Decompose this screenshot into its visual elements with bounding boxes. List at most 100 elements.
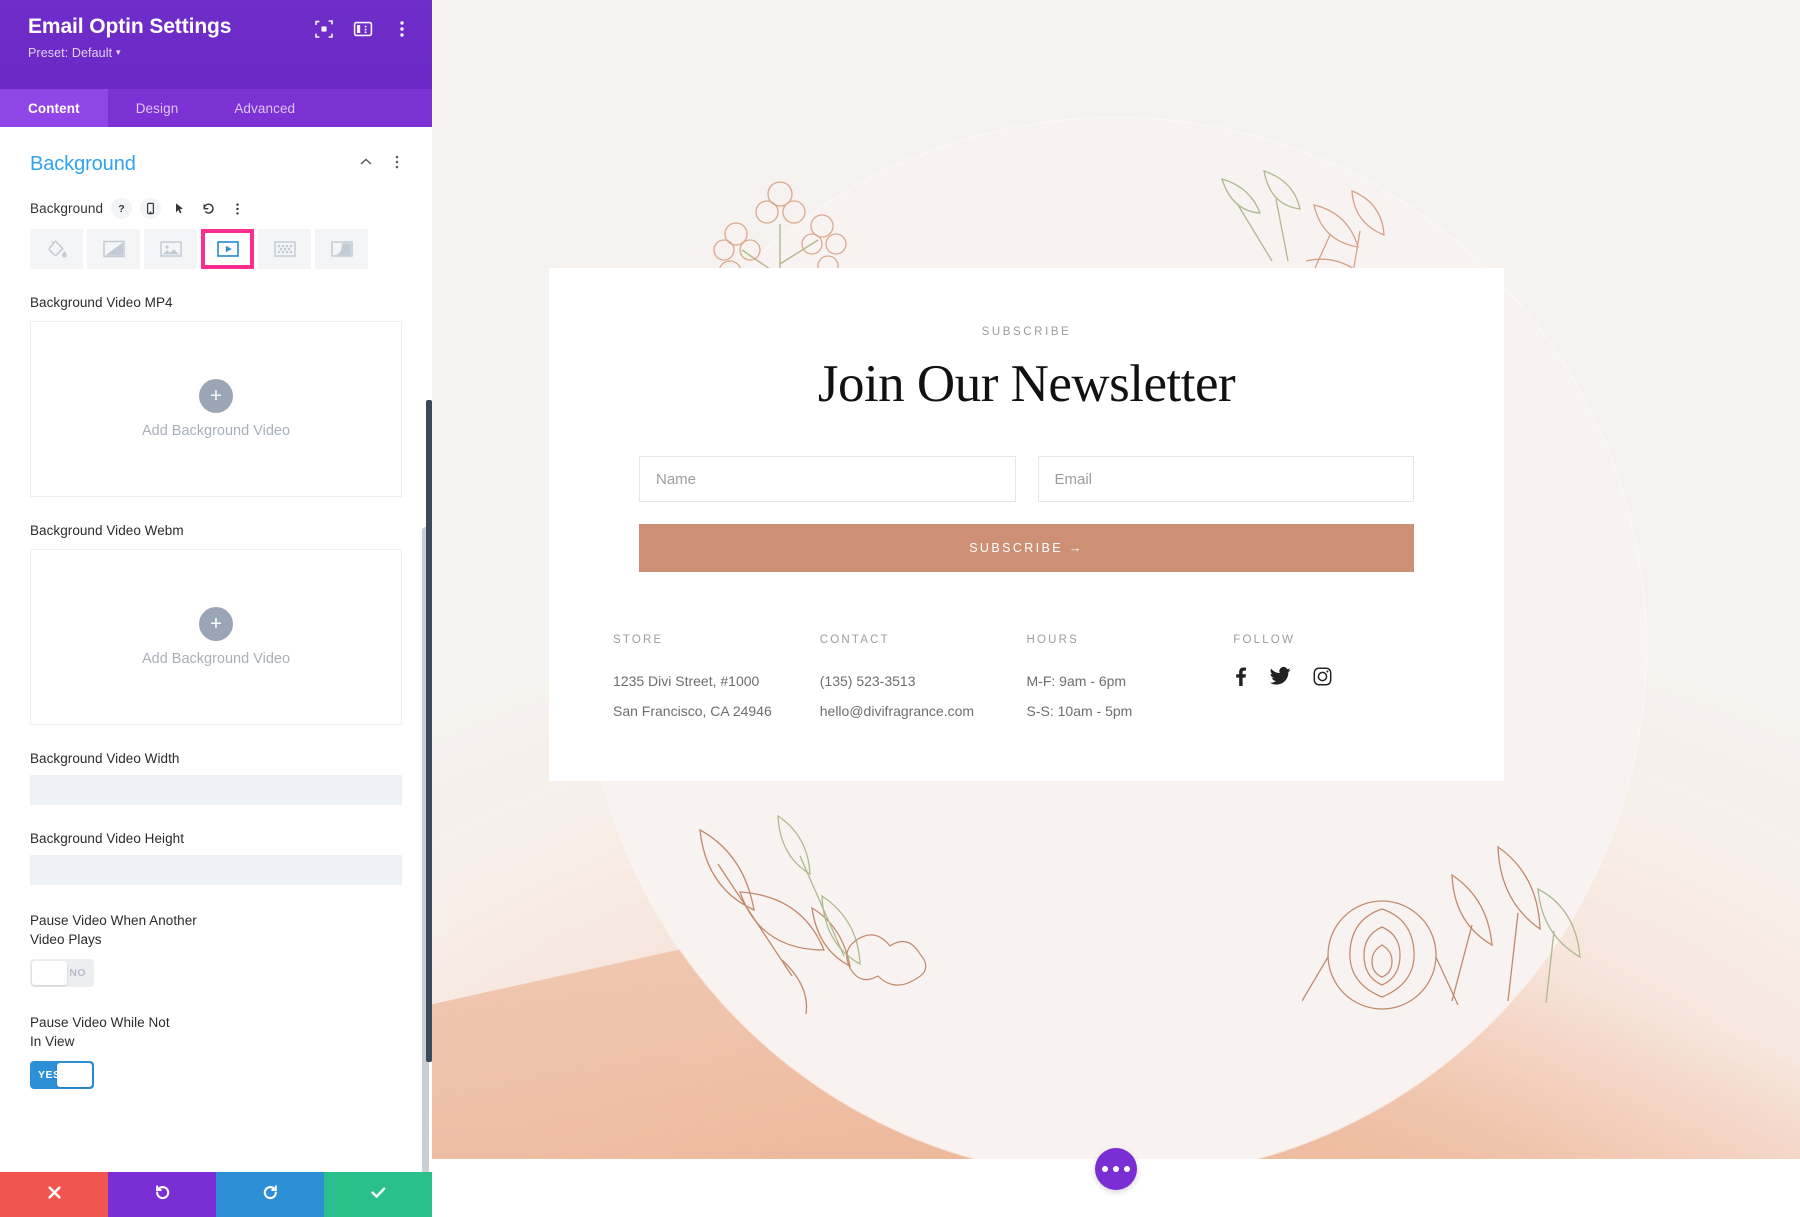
pause-view-toggle[interactable]: YES xyxy=(30,1061,94,1089)
footer-line: San Francisco, CA 24946 xyxy=(613,703,772,719)
field-more-vertical-icon[interactable] xyxy=(227,198,248,219)
footer-column-hours: HOURS M-F: 9am - 6pm S-S: 10am - 5pm xyxy=(1027,634,1234,726)
email-input-placeholder: Email xyxy=(1054,470,1093,488)
section-title: Background xyxy=(30,153,136,175)
preset-selector[interactable]: Preset: Default ▼ xyxy=(28,46,412,60)
tab-advanced-label: Advanced xyxy=(234,100,296,116)
facebook-icon[interactable] xyxy=(1233,666,1248,686)
page-title: Email Optin Settings xyxy=(28,15,232,38)
mp4-upload-dropzone[interactable]: + Add Background Video xyxy=(30,321,402,497)
background-section-header: Background xyxy=(0,127,432,176)
pause-other-label: Pause Video When Another Video Plays xyxy=(30,913,197,947)
tab-design-label: Design xyxy=(135,100,179,116)
video-height-input[interactable] xyxy=(30,855,402,885)
focus-icon[interactable] xyxy=(314,19,334,39)
background-mask-tab[interactable] xyxy=(315,229,368,269)
footer-columns: STORE 1235 Divi Street, #1000 San Franci… xyxy=(613,634,1440,726)
footer-heading-hours: HOURS xyxy=(1026,634,1080,646)
social-links xyxy=(1233,666,1440,686)
footer-line: (135) 523-3513 xyxy=(819,673,916,689)
close-icon xyxy=(46,1184,63,1206)
discard-button[interactable] xyxy=(0,1172,108,1217)
undo-icon xyxy=(153,1183,172,1207)
panel-layout-icon[interactable] xyxy=(353,19,373,39)
toggle-knob xyxy=(32,961,67,985)
background-field-label-row: Background ? xyxy=(0,176,432,219)
plus-icon: + xyxy=(199,607,233,641)
instagram-icon[interactable] xyxy=(1313,667,1332,686)
sidebar-header: Email Optin Settings Preset: Default ▼ xyxy=(0,0,432,89)
footer-column-store: STORE 1235 Divi Street, #1000 San Franci… xyxy=(613,634,820,726)
sidebar-resize-handle[interactable] xyxy=(426,400,432,1062)
settings-sidebar: Email Optin Settings Preset: Default ▼ C… xyxy=(0,0,432,1217)
video-width-label: Background Video Width xyxy=(30,751,180,766)
save-button[interactable] xyxy=(324,1172,432,1217)
video-width-input[interactable] xyxy=(30,775,402,805)
background-gradient-tab[interactable] xyxy=(87,229,140,269)
redo-icon xyxy=(261,1183,280,1207)
headline-text: Join Our Newsletter xyxy=(817,355,1236,413)
toggle-knob xyxy=(57,1063,92,1087)
background-video-tab[interactable] xyxy=(201,229,254,269)
footer-column-contact: CONTACT (135) 523-3513 hello@divifragran… xyxy=(820,634,1027,726)
footer-column-follow: FOLLOW xyxy=(1233,634,1440,726)
twitter-icon[interactable] xyxy=(1270,666,1291,686)
tab-content[interactable]: Content xyxy=(0,89,108,127)
name-input[interactable]: Name xyxy=(639,456,1016,502)
background-pattern-tab[interactable] xyxy=(258,229,311,269)
footer-heading-follow: FOLLOW xyxy=(1233,634,1296,646)
svg-text:?: ? xyxy=(118,203,124,215)
more-horizontal-icon xyxy=(1102,1166,1108,1172)
check-icon xyxy=(369,1183,388,1207)
background-field-label: Background xyxy=(30,201,104,216)
reset-icon[interactable] xyxy=(198,198,219,219)
footer-line: S-S: 10am - 5pm xyxy=(1026,703,1133,719)
redo-button[interactable] xyxy=(216,1172,324,1217)
subscribe-button-label: SUBSCRIBE → xyxy=(969,541,1084,555)
sidebar-scroll-area: Background Background ? Background Video… xyxy=(0,127,432,1172)
preset-label: Preset: Default xyxy=(28,46,113,60)
undo-button[interactable] xyxy=(108,1172,216,1217)
pause-other-toggle-state: NO xyxy=(69,967,86,979)
webm-field-label: Background Video Webm xyxy=(30,523,184,538)
video-height-label: Background Video Height xyxy=(30,831,185,846)
webm-upload-dropzone[interactable]: + Add Background Video xyxy=(30,549,402,725)
footer-line: hello@divifragrance.com xyxy=(819,703,975,719)
settings-tabs: Content Design Advanced xyxy=(0,89,432,127)
background-color-tab[interactable] xyxy=(30,229,83,269)
chevron-down-icon: ▼ xyxy=(114,48,123,57)
sidebar-body: Background Background ? Background Video… xyxy=(0,127,432,1172)
optin-form-row: Name Email xyxy=(639,456,1414,502)
background-type-selector xyxy=(0,219,432,269)
footer-heading-store: STORE xyxy=(613,634,664,646)
pause-view-toggle-state: YES xyxy=(38,1069,61,1081)
pause-other-toggle[interactable]: NO xyxy=(30,959,94,987)
tab-content-label: Content xyxy=(28,100,80,116)
page-settings-fab[interactable] xyxy=(1095,1148,1137,1190)
footer-heading-contact: CONTACT xyxy=(819,634,890,646)
sidebar-header-icons xyxy=(314,14,412,39)
eyebrow-text: SUBSCRIBE xyxy=(981,326,1072,338)
section-more-vertical-icon[interactable] xyxy=(390,154,404,175)
subscribe-button[interactable]: SUBSCRIBE → xyxy=(639,524,1414,572)
webm-upload-label: Add Background Video xyxy=(141,651,291,667)
tab-design[interactable]: Design xyxy=(108,89,207,127)
optin-card: SUBSCRIBE Join Our Newsletter Name Email… xyxy=(549,268,1504,781)
mp4-upload-label: Add Background Video xyxy=(141,423,291,439)
editor-root: Email Optin Settings Preset: Default ▼ C… xyxy=(0,0,1800,1217)
chevron-up-icon[interactable] xyxy=(358,154,374,175)
more-vertical-icon[interactable] xyxy=(392,19,412,39)
email-input[interactable]: Email xyxy=(1037,456,1414,502)
name-input-placeholder: Name xyxy=(656,470,697,488)
plus-icon: + xyxy=(199,379,233,413)
cursor-icon[interactable] xyxy=(169,198,190,219)
mp4-field-label: Background Video MP4 xyxy=(30,295,173,310)
background-image-tab[interactable] xyxy=(144,229,197,269)
tab-advanced[interactable]: Advanced xyxy=(206,89,323,127)
help-icon[interactable]: ? xyxy=(111,198,133,219)
footer-line: M-F: 9am - 6pm xyxy=(1026,673,1127,689)
mobile-icon[interactable] xyxy=(140,198,162,219)
page-preview: SUBSCRIBE Join Our Newsletter Name Email… xyxy=(432,0,1800,1217)
pause-view-label: Pause Video While Not In View xyxy=(30,1015,170,1049)
footer-line: 1235 Divi Street, #1000 xyxy=(613,673,760,689)
